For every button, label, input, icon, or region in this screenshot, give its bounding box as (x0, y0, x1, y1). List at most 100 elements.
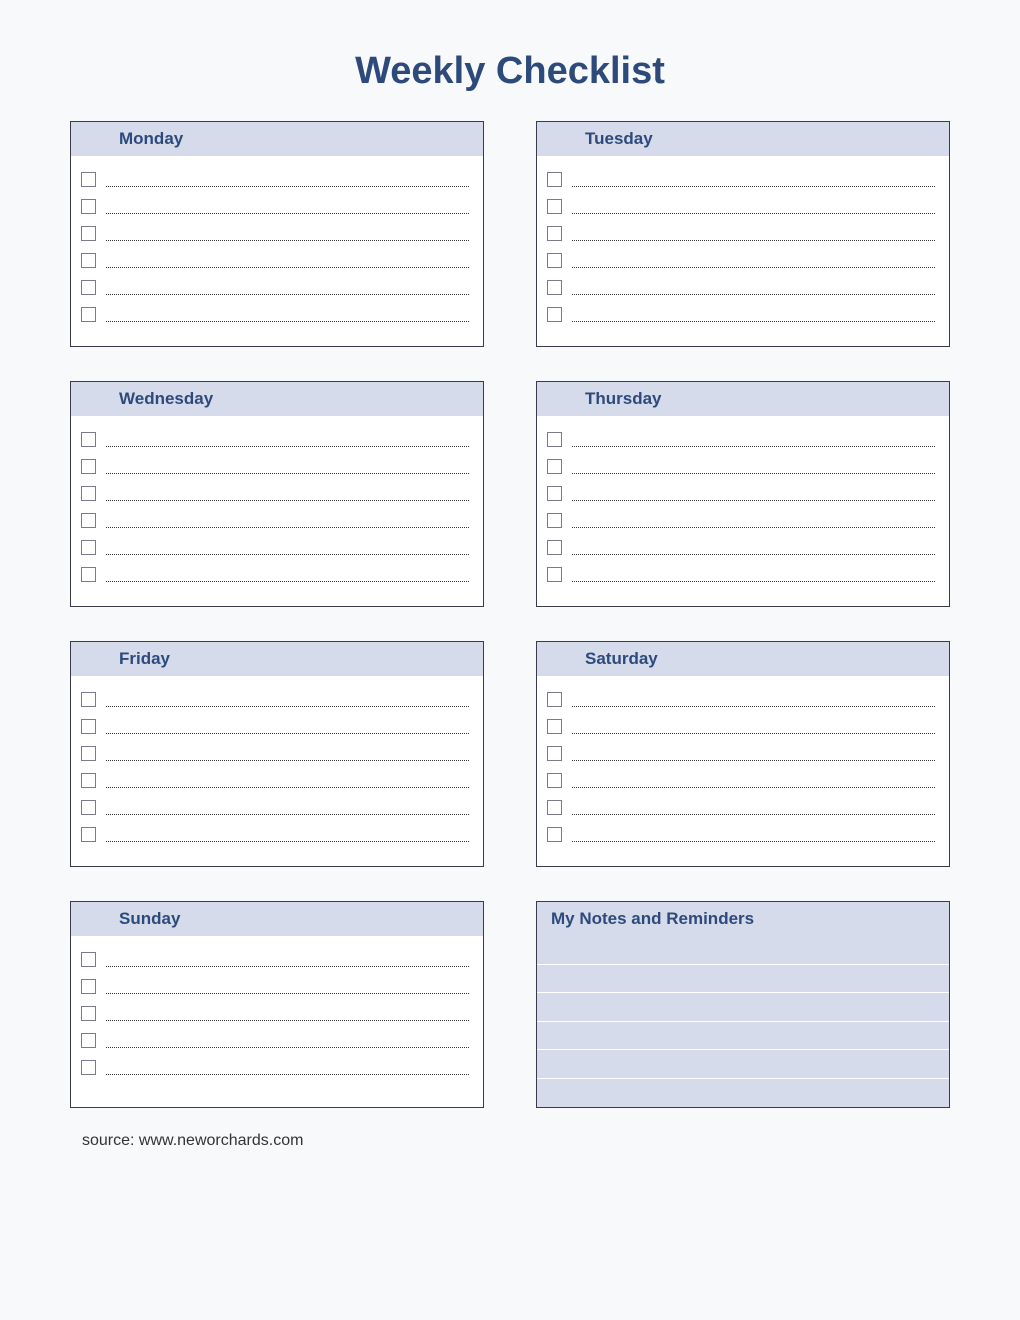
checkbox-icon[interactable] (547, 253, 562, 268)
write-line[interactable] (572, 760, 935, 761)
checkbox-icon[interactable] (547, 172, 562, 187)
write-line[interactable] (106, 966, 469, 967)
checkbox-icon[interactable] (547, 459, 562, 474)
write-line[interactable] (106, 446, 469, 447)
checkbox-icon[interactable] (81, 486, 96, 501)
checklist-row (81, 790, 469, 817)
checkbox-icon[interactable] (547, 800, 562, 815)
write-line[interactable] (572, 733, 935, 734)
checkbox-icon[interactable] (547, 719, 562, 734)
checkbox-icon[interactable] (547, 773, 562, 788)
checkbox-icon[interactable] (81, 567, 96, 582)
notes-line[interactable] (537, 1079, 949, 1108)
checkbox-icon[interactable] (81, 432, 96, 447)
checkbox-icon[interactable] (547, 280, 562, 295)
write-line[interactable] (106, 294, 469, 295)
checkbox-icon[interactable] (81, 719, 96, 734)
checkbox-icon[interactable] (81, 540, 96, 555)
notes-line[interactable] (537, 1022, 949, 1051)
checkbox-icon[interactable] (81, 800, 96, 815)
notes-line[interactable] (537, 993, 949, 1022)
write-line[interactable] (106, 706, 469, 707)
checkbox-icon[interactable] (81, 172, 96, 187)
write-line[interactable] (572, 814, 935, 815)
write-line[interactable] (106, 993, 469, 994)
checkbox-icon[interactable] (81, 1006, 96, 1021)
checkbox-icon[interactable] (81, 827, 96, 842)
write-line[interactable] (106, 787, 469, 788)
checkbox-icon[interactable] (81, 280, 96, 295)
checklist-row (81, 297, 469, 324)
write-line[interactable] (106, 321, 469, 322)
header-sunday: Sunday (71, 902, 483, 936)
checkbox-icon[interactable] (81, 513, 96, 528)
write-line[interactable] (106, 213, 469, 214)
checklist-row (547, 763, 935, 790)
header-thursday: Thursday (537, 382, 949, 416)
checkbox-icon[interactable] (547, 307, 562, 322)
body-wednesday (71, 416, 483, 606)
checklist-row (547, 709, 935, 736)
checkbox-icon[interactable] (81, 979, 96, 994)
body-monday (71, 156, 483, 346)
checkbox-icon[interactable] (547, 226, 562, 241)
write-line[interactable] (572, 581, 935, 582)
notes-line[interactable] (537, 965, 949, 994)
write-line[interactable] (106, 1074, 469, 1075)
checklist-row (547, 736, 935, 763)
checkbox-icon[interactable] (81, 226, 96, 241)
write-line[interactable] (572, 240, 935, 241)
checkbox-icon[interactable] (81, 253, 96, 268)
body-saturday (537, 676, 949, 866)
write-line[interactable] (572, 213, 935, 214)
checkbox-icon[interactable] (547, 513, 562, 528)
checkbox-icon[interactable] (81, 199, 96, 214)
write-line[interactable] (106, 841, 469, 842)
write-line[interactable] (572, 554, 935, 555)
checkbox-icon[interactable] (81, 746, 96, 761)
write-line[interactable] (572, 706, 935, 707)
write-line[interactable] (106, 240, 469, 241)
write-line[interactable] (572, 446, 935, 447)
write-line[interactable] (572, 841, 935, 842)
write-line[interactable] (106, 267, 469, 268)
checkbox-icon[interactable] (81, 1060, 96, 1075)
checklist-row (547, 682, 935, 709)
write-line[interactable] (106, 581, 469, 582)
checkbox-icon[interactable] (81, 952, 96, 967)
checkbox-icon[interactable] (81, 459, 96, 474)
header-notes: My Notes and Reminders (537, 902, 949, 936)
write-line[interactable] (572, 294, 935, 295)
write-line[interactable] (106, 500, 469, 501)
checkbox-icon[interactable] (547, 827, 562, 842)
write-line[interactable] (106, 1020, 469, 1021)
write-line[interactable] (106, 473, 469, 474)
write-line[interactable] (106, 760, 469, 761)
checkbox-icon[interactable] (547, 199, 562, 214)
write-line[interactable] (572, 787, 935, 788)
checkbox-icon[interactable] (547, 486, 562, 501)
checkbox-icon[interactable] (81, 1033, 96, 1048)
checkbox-icon[interactable] (547, 692, 562, 707)
notes-line[interactable] (537, 936, 949, 965)
checkbox-icon[interactable] (81, 692, 96, 707)
write-line[interactable] (106, 814, 469, 815)
checkbox-icon[interactable] (547, 540, 562, 555)
write-line[interactable] (572, 186, 935, 187)
checkbox-icon[interactable] (81, 773, 96, 788)
write-line[interactable] (572, 267, 935, 268)
checkbox-icon[interactable] (547, 746, 562, 761)
write-line[interactable] (106, 186, 469, 187)
write-line[interactable] (106, 733, 469, 734)
write-line[interactable] (572, 473, 935, 474)
write-line[interactable] (572, 321, 935, 322)
checkbox-icon[interactable] (547, 432, 562, 447)
write-line[interactable] (572, 527, 935, 528)
write-line[interactable] (106, 554, 469, 555)
checkbox-icon[interactable] (547, 567, 562, 582)
checkbox-icon[interactable] (81, 307, 96, 322)
write-line[interactable] (106, 1047, 469, 1048)
write-line[interactable] (106, 527, 469, 528)
notes-line[interactable] (537, 1050, 949, 1079)
write-line[interactable] (572, 500, 935, 501)
